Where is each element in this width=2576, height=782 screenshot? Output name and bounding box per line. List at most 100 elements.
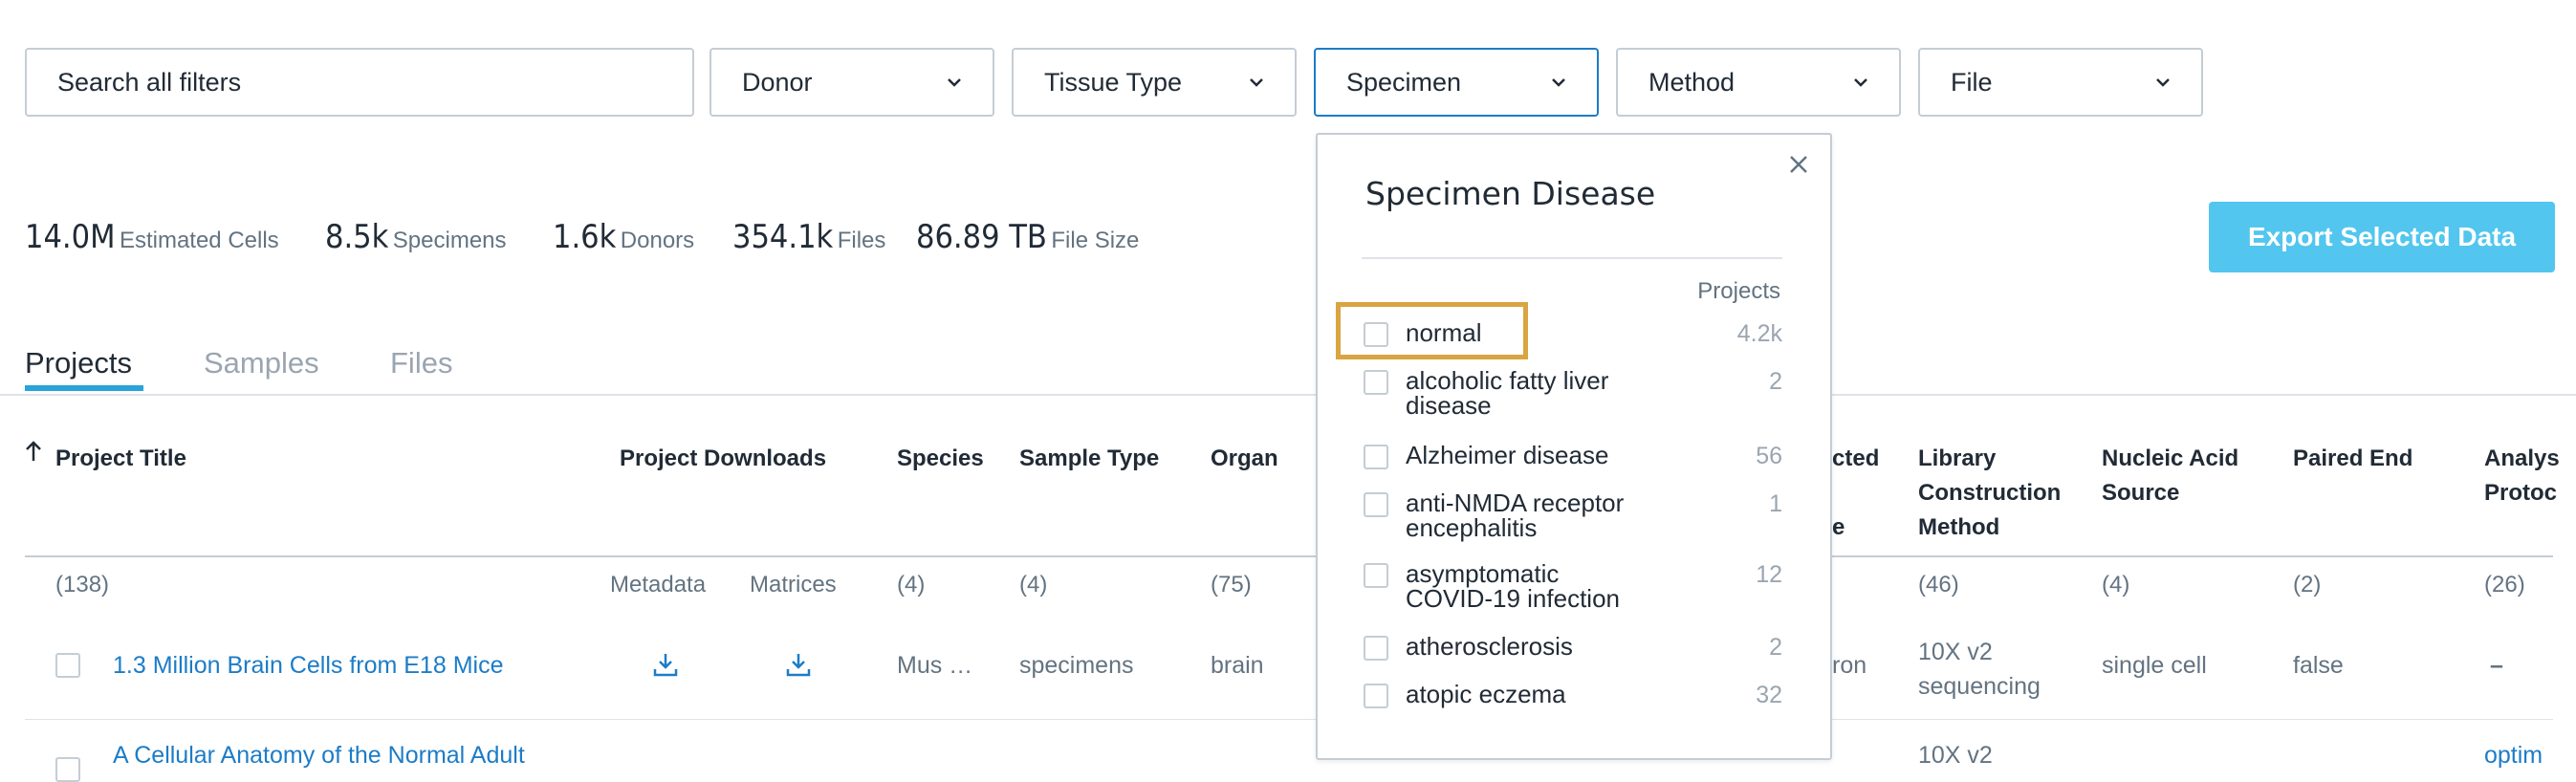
header-line: e xyxy=(1832,514,1845,540)
column-header-species[interactable]: Species xyxy=(897,442,984,476)
chevron-down-icon xyxy=(1854,78,1867,87)
stat-label: Donors xyxy=(620,228,695,253)
project-title-link[interactable]: A Cellular Anatomy of the Normal Adult xyxy=(113,742,525,770)
cell-nucleic: single cell xyxy=(2102,652,2207,679)
chevron-down-icon xyxy=(2156,78,2170,87)
label-metadata: Metadata xyxy=(610,572,707,597)
search-filters-input[interactable]: Search all filters xyxy=(25,48,694,117)
option-label: asymptomatic COVID-19 infection xyxy=(1406,561,1721,611)
label-line: disease xyxy=(1406,391,1492,420)
cell-library: 10X v2 xyxy=(1918,742,1993,769)
option-count: 56 xyxy=(1756,443,1782,469)
tabs-divider xyxy=(0,394,2576,396)
count-library: (46) xyxy=(1918,572,1959,597)
chevron-down-icon xyxy=(1552,78,1565,87)
stat-label: Specimens xyxy=(392,228,507,253)
count-sample-type: (4) xyxy=(1019,572,1048,597)
method-dropdown[interactable]: Method xyxy=(1616,48,1901,117)
option-label: atherosclerosis xyxy=(1406,632,1573,661)
count-species: (4) xyxy=(897,572,926,597)
column-header-paired-end[interactable]: Paired End xyxy=(2293,442,2412,476)
cell-species: Mus … xyxy=(897,652,973,679)
column-header-project-title[interactable]: Project Title xyxy=(55,442,186,476)
stat-value: 8.5k xyxy=(325,218,389,256)
cell-analysis: – xyxy=(2490,652,2503,679)
count-project-title: (138) xyxy=(55,572,110,597)
header-line xyxy=(1832,476,1879,510)
cell-library: 10X v2 sequencing xyxy=(1918,635,2041,704)
highlight-box xyxy=(1336,302,1528,359)
option-checkbox[interactable] xyxy=(1364,684,1388,708)
option-checkbox[interactable] xyxy=(1364,370,1388,395)
file-dropdown[interactable]: File xyxy=(1918,48,2203,117)
option-count: 12 xyxy=(1756,561,1782,588)
stat-value: 354.1k xyxy=(732,218,834,256)
popup-title: Specimen Disease xyxy=(1365,175,1656,212)
donor-dropdown[interactable]: Donor xyxy=(709,48,994,117)
cell-line: sequencing xyxy=(1918,673,2041,700)
column-header-nucleic-acid-source[interactable]: Nucleic Acid Source xyxy=(2102,442,2238,510)
download-matrices-icon[interactable] xyxy=(784,650,813,679)
tab-projects[interactable]: Projects xyxy=(25,346,132,380)
stat-value: 1.6k xyxy=(553,218,617,256)
chevron-down-icon xyxy=(948,78,961,87)
close-icon[interactable] xyxy=(1788,154,1809,175)
header-line: Analys xyxy=(2484,445,2560,471)
count-nucleic: (4) xyxy=(2102,572,2130,597)
download-metadata-icon[interactable] xyxy=(651,650,680,679)
cell-analysis-link[interactable]: optim xyxy=(2484,742,2543,770)
cell-selected-cell-type: ron xyxy=(1832,652,1867,679)
header-line: Library xyxy=(1918,445,1997,471)
stat-value: 86.89 TB xyxy=(916,218,1047,256)
file-dropdown-label: File xyxy=(1951,68,1993,97)
option-count: 1 xyxy=(1769,490,1782,517)
column-header-organ[interactable]: Organ xyxy=(1211,442,1278,476)
tab-samples[interactable]: Samples xyxy=(204,346,319,380)
option-label: anti-NMDA receptor encephalitis xyxy=(1406,490,1721,540)
active-tab-indicator xyxy=(25,385,143,391)
column-header-project-downloads: Project Downloads xyxy=(620,445,827,471)
tissue-type-dropdown[interactable]: Tissue Type xyxy=(1012,48,1297,117)
stat-value: 14.0M xyxy=(25,218,116,256)
project-title-link[interactable]: 1.3 Million Brain Cells from E18 Mice xyxy=(113,652,503,680)
stat-label: Estimated Cells xyxy=(119,228,279,253)
donor-dropdown-label: Donor xyxy=(742,68,813,97)
sort-ascending-icon[interactable] xyxy=(25,440,42,463)
cell-paired-end: false xyxy=(2293,652,2344,679)
specimen-dropdown[interactable]: Specimen xyxy=(1314,48,1599,117)
cell-line: 10X v2 xyxy=(1918,639,1993,665)
header-line: Protoc xyxy=(2484,480,2558,506)
option-count: 4.2k xyxy=(1736,320,1782,347)
count-analysis: (26) xyxy=(2484,572,2525,597)
header-line: cted xyxy=(1832,445,1880,471)
specimen-dropdown-label: Specimen xyxy=(1346,68,1462,97)
column-header-sample-type[interactable]: Sample Type xyxy=(1019,442,1159,476)
row-checkbox[interactable] xyxy=(55,757,80,782)
option-checkbox[interactable] xyxy=(1364,445,1388,469)
row-divider xyxy=(25,719,2553,720)
count-paired-end: (2) xyxy=(2293,572,2322,597)
label-line: asymptomatic xyxy=(1406,559,1560,588)
column-header-library-construction-method[interactable]: Library Construction Method xyxy=(1918,442,2061,545)
stat-label: Files xyxy=(837,228,886,253)
header-line: Source xyxy=(2102,480,2180,506)
option-count: 2 xyxy=(1769,634,1782,661)
header-line: Method xyxy=(1918,514,2000,540)
label-matrices: Matrices xyxy=(750,572,837,597)
column-header-selected-cell-type[interactable]: cted e xyxy=(1832,442,1879,545)
option-label: atopic eczema xyxy=(1406,680,1566,708)
option-count: 32 xyxy=(1756,682,1782,708)
tissue-type-dropdown-label: Tissue Type xyxy=(1044,68,1183,97)
row-checkbox[interactable] xyxy=(55,653,80,678)
option-checkbox[interactable] xyxy=(1364,636,1388,661)
column-header-analysis-protocol[interactable]: Analys Protoc xyxy=(2484,442,2576,510)
option-checkbox[interactable] xyxy=(1364,492,1388,517)
label-line: COVID-19 infection xyxy=(1406,584,1620,613)
option-label: Alzheimer disease xyxy=(1406,441,1609,469)
option-label: alcoholic fatty liver disease xyxy=(1406,368,1721,418)
export-selected-data-button[interactable]: Export Selected Data xyxy=(2209,202,2555,272)
option-checkbox[interactable] xyxy=(1364,563,1388,588)
stat-label: File Size xyxy=(1051,228,1140,253)
tab-files[interactable]: Files xyxy=(390,346,452,380)
count-organ: (75) xyxy=(1211,572,1252,597)
